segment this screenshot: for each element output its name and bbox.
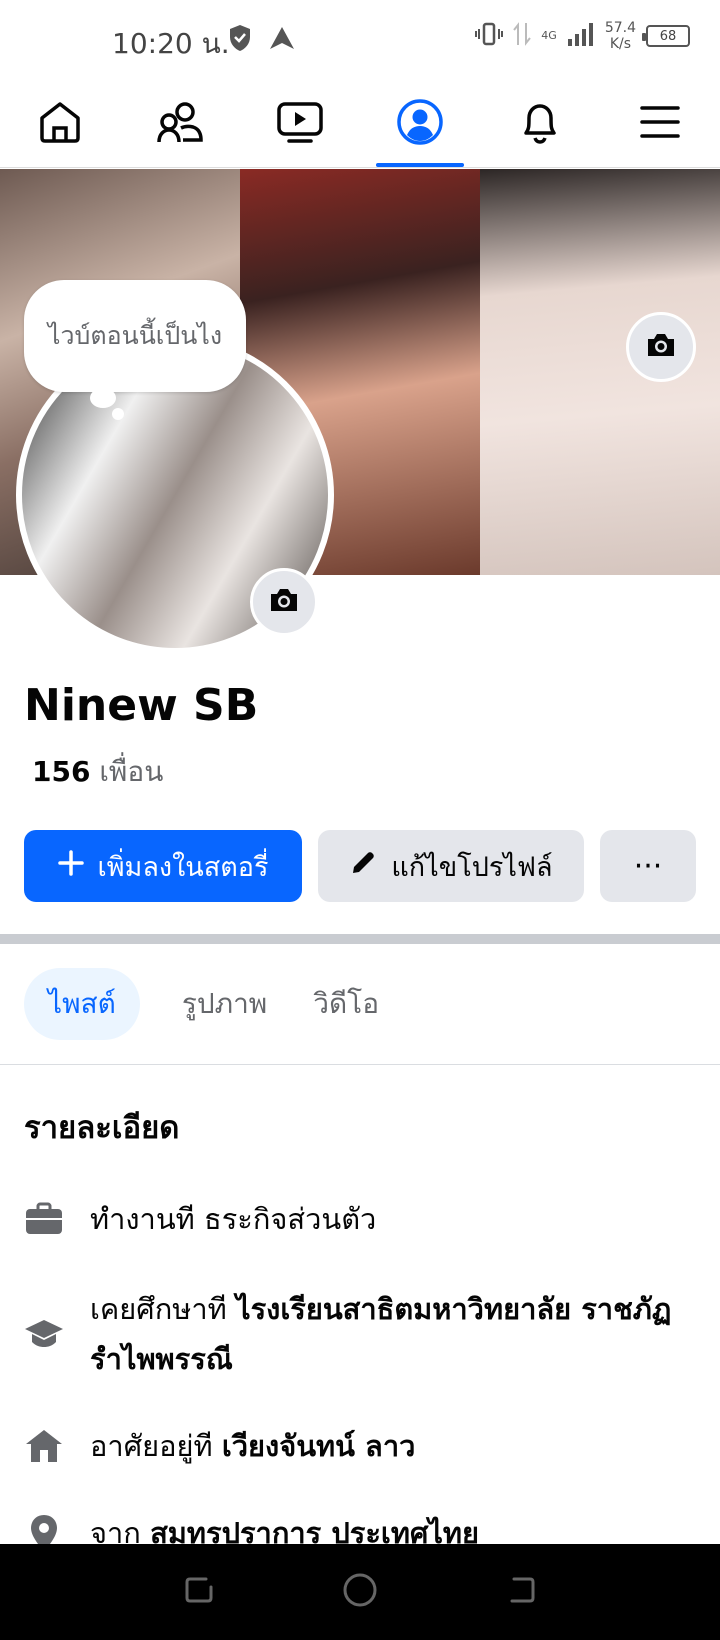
detail-education[interactable]: เคยศึกษาที ไรงเรียนสาธิตมหาวิทยาลัย ราชภ…: [24, 1284, 704, 1384]
battery-icon: 68: [642, 25, 690, 47]
nav-tab-menu[interactable]: [600, 80, 720, 167]
detail-lives-value: เวียงจันทน์ ลาว: [221, 1429, 416, 1463]
recent-apps-icon[interactable]: [182, 1573, 216, 1611]
friends-count[interactable]: 156 เพื่อน: [32, 750, 163, 794]
nav-tab-video[interactable]: [240, 80, 360, 167]
bell-icon: [516, 98, 564, 150]
note-bubble-text: ไวบ์ตอนนี้เป็นไง: [47, 321, 223, 350]
camera-icon: [645, 331, 677, 363]
system-nav-bar: [0, 1544, 720, 1640]
edit-cover-photo-button[interactable]: [626, 312, 696, 382]
detail-lives-in[interactable]: อาศัยอยู่ที เวียงจันทน์ ลาว: [24, 1421, 704, 1471]
section-divider: [0, 934, 720, 944]
note-bubble[interactable]: ไวบ์ตอนนี้เป็นไง: [24, 280, 246, 392]
nav-tab-friends[interactable]: [120, 80, 240, 167]
detail-lives-prefix: อาศัยอยู่ที: [90, 1429, 213, 1463]
note-bubble-tail: [90, 388, 116, 408]
network-type: 4G: [541, 29, 557, 42]
add-to-story-label: เพิ่มลงในสตอรี่: [97, 851, 269, 883]
plus-icon: [57, 849, 84, 883]
profile-name: Ninew SB: [24, 680, 259, 731]
nav-tab-profile[interactable]: [360, 80, 480, 167]
add-to-story-button[interactable]: เพิ่มลงในสตอรี่: [24, 830, 302, 902]
top-nav-bar: [0, 80, 720, 168]
profile-icon: [395, 97, 445, 151]
home-button-icon[interactable]: [341, 1571, 379, 1613]
camera-icon: [268, 586, 300, 618]
house-icon: [24, 1426, 64, 1466]
nav-tab-notifications[interactable]: [480, 80, 600, 167]
briefcase-icon: [24, 1199, 64, 1239]
battery-level: 68: [659, 28, 677, 44]
graduation-cap-icon: [24, 1314, 64, 1354]
net-speed-unit: K/s: [609, 36, 632, 52]
edit-profile-label: แก้ไขโปรไฟล์: [391, 851, 553, 883]
pencil-icon: [349, 849, 377, 884]
net-speed: 57.4: [604, 20, 636, 36]
video-icon: [275, 98, 325, 150]
detail-education-prefix: เคยศึกษาที: [90, 1292, 227, 1326]
more-icon: ···: [633, 848, 663, 884]
navigation-icon: [268, 24, 296, 56]
tab-posts[interactable]: ไพสต์: [24, 968, 140, 1040]
profile-tabs: ไพสต์ รูปภาพ วิดีโอ: [24, 968, 383, 1040]
detail-work[interactable]: ทำงานที ธระกิจส่วนตัว: [24, 1194, 704, 1244]
back-icon[interactable]: [504, 1573, 538, 1611]
note-bubble-tail-dot: [112, 408, 124, 420]
details-title: รายละเอียด: [24, 1110, 180, 1146]
vibrate-icon: [475, 21, 504, 51]
detail-work-prefix: ทำงานที: [90, 1202, 195, 1236]
home-icon: [36, 98, 84, 150]
status-time: 10:20 น.: [112, 27, 230, 60]
nav-tab-home[interactable]: [0, 80, 120, 167]
status-bar: 10:20 น. 4G 57.4 K/s 68: [0, 0, 720, 80]
tab-photos[interactable]: รูปภาพ: [178, 968, 271, 1040]
tab-videos[interactable]: วิดีโอ: [309, 968, 383, 1040]
more-options-button[interactable]: ···: [600, 830, 696, 902]
detail-work-value: ธระกิจส่วนตัว: [204, 1202, 377, 1236]
friends-icon: [155, 98, 205, 150]
data-arrows-icon: [513, 21, 532, 51]
menu-icon: [638, 102, 682, 146]
edit-profile-picture-button[interactable]: [250, 568, 318, 636]
tabs-divider: [0, 1064, 720, 1065]
signal-icon: [567, 21, 595, 51]
shield-icon: [228, 24, 252, 56]
edit-profile-button[interactable]: แก้ไขโปรไฟล์: [318, 830, 584, 902]
friends-count-label: เพื่อน: [99, 755, 164, 788]
friends-count-number: 156: [32, 755, 91, 788]
